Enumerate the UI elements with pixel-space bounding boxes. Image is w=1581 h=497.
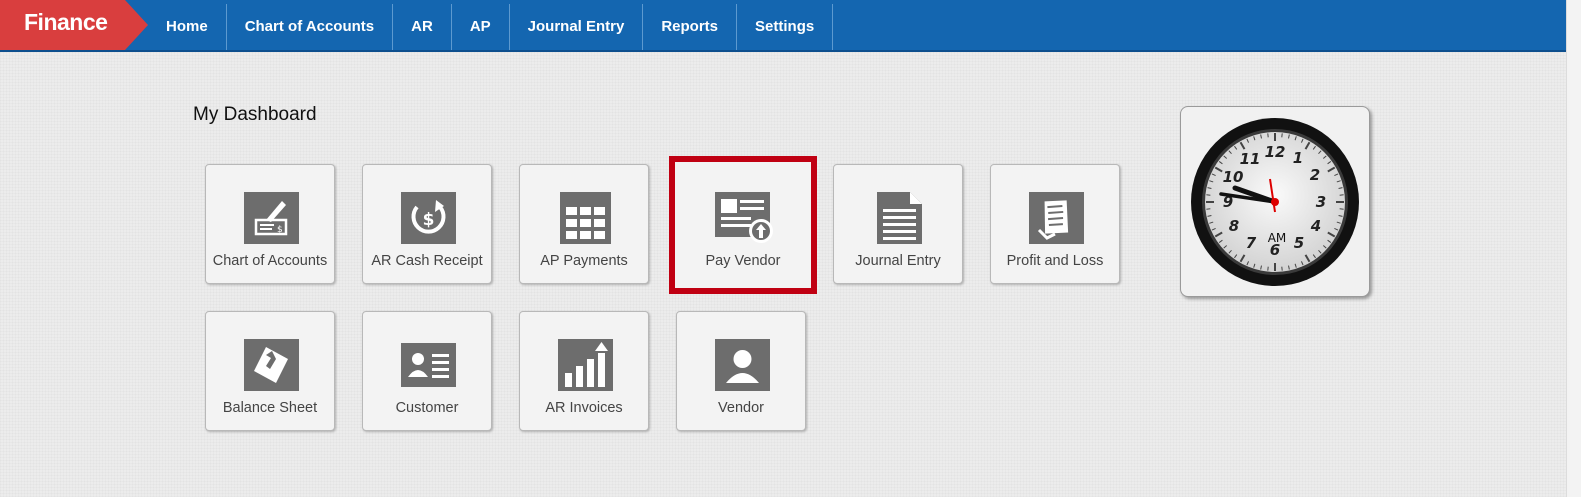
clock-period: AM <box>1268 231 1287 245</box>
tile-label: Balance Sheet <box>222 400 318 416</box>
tile-ar-cash-receipt[interactable]: $ AR Cash Receipt <box>362 164 492 284</box>
tile-label: AP Payments <box>540 253 628 269</box>
top-nav-bar: Finance Home Chart of Accounts AR AP Jou… <box>0 0 1567 52</box>
tile-vendor[interactable]: Vendor <box>676 311 806 431</box>
svg-text:$: $ <box>423 210 435 230</box>
tile-label: Pay Vendor <box>705 253 781 269</box>
pay-vendor-icon <box>715 192 773 243</box>
grid-icon <box>560 192 611 244</box>
svg-text:$: $ <box>277 225 283 235</box>
clock-numeral: 1 <box>1293 149 1303 167</box>
document-icon <box>877 192 922 244</box>
tile-profit-and-loss[interactable]: Profit and Loss <box>990 164 1120 284</box>
page-title: My Dashboard <box>193 104 317 125</box>
clock-numeral: 8 <box>1229 217 1239 235</box>
tile-ar-invoices[interactable]: AR Invoices <box>519 311 649 431</box>
tile-label: Vendor <box>718 400 764 416</box>
tile-label: Journal Entry <box>855 253 941 269</box>
scrollbar[interactable] <box>1566 0 1581 497</box>
clock-numeral: 2 <box>1310 166 1320 184</box>
nav-reports[interactable]: Reports <box>643 4 738 50</box>
tile-ap-payments[interactable]: AP Payments <box>519 164 649 284</box>
brand-name: Finance <box>24 9 108 35</box>
customer-card-icon <box>401 343 456 387</box>
clock-numeral: 4 <box>1310 217 1321 235</box>
cash-receipt-icon: $ <box>401 192 456 244</box>
tile-balance-sheet[interactable]: Balance Sheet <box>205 311 335 431</box>
tile-label: AR Invoices <box>545 400 623 416</box>
nav-journal-entry[interactable]: Journal Entry <box>510 4 644 50</box>
clock-widget: 12 1 2 3 4 5 6 7 8 9 10 11 AM <box>1180 106 1370 297</box>
clock-numeral: 12 <box>1265 143 1286 161</box>
brand-logo[interactable]: Finance <box>0 0 148 50</box>
tile-label: Customer <box>395 400 459 416</box>
clock-numeral: 10 <box>1223 168 1244 186</box>
clock-numeral: 11 <box>1240 150 1261 168</box>
nav-home[interactable]: Home <box>148 4 227 50</box>
receipt-icon <box>1029 192 1084 244</box>
balance-sheet-icon <box>244 339 299 391</box>
vendor-user-icon <box>715 339 770 391</box>
tile-customer[interactable]: Customer <box>362 311 492 431</box>
clock-numeral: 7 <box>1246 234 1257 252</box>
tile-label: Profit and Loss <box>1006 253 1104 269</box>
tile-label: Chart of Accounts <box>212 253 328 269</box>
check-icon: $ <box>244 192 299 244</box>
analog-clock: 12 1 2 3 4 5 6 7 8 9 10 11 AM <box>1191 118 1359 286</box>
nav-chart-of-accounts[interactable]: Chart of Accounts <box>227 4 394 50</box>
tile-label: AR Cash Receipt <box>371 253 483 269</box>
nav-ap[interactable]: AP <box>452 4 510 50</box>
main-nav: Home Chart of Accounts AR AP Journal Ent… <box>148 4 834 50</box>
clock-numeral: 5 <box>1294 234 1304 252</box>
clock-numeral: 3 <box>1316 193 1326 211</box>
tile-journal-entry[interactable]: Journal Entry <box>833 164 963 284</box>
nav-settings[interactable]: Settings <box>737 4 834 50</box>
nav-ar[interactable]: AR <box>393 4 452 50</box>
tile-chart-of-accounts[interactable]: $ Chart of Accounts <box>205 164 335 284</box>
bar-chart-icon <box>558 339 613 391</box>
tile-pay-vendor[interactable]: Pay Vendor <box>669 156 817 294</box>
